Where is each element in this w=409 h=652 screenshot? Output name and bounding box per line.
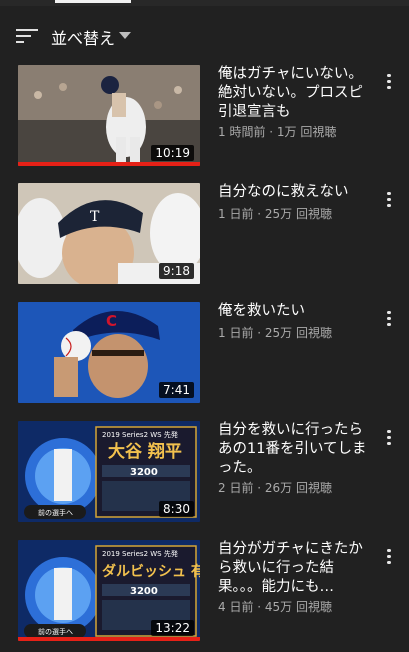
video-item[interactable]: 2019 Series2 WS 先発 大谷 翔平 3200 前の選手へ 8:30… [0,421,409,533]
video-item[interactable]: C 7:41 俺を救いたい 1 日前 · 25万 回視聴 [0,302,409,414]
duration-badge: 9:18 [159,263,194,279]
duration-badge: 10:19 [151,145,194,161]
sort-label[interactable]: 並べ替え [51,25,115,49]
video-meta: 1 時間前 · 1万 回視聴 [218,125,337,139]
tab-indicator [55,0,131,3]
sort-icon[interactable] [16,28,38,44]
video-title[interactable]: 俺はガチャにいない。絶対いない。プロスピ引退宣言も [218,65,368,122]
card-power: 3200 [130,467,158,478]
duration-badge: 7:41 [159,382,194,398]
video-thumbnail[interactable]: 10:19 [18,65,200,166]
video-meta: 1 日前 · 25万 回視聴 [218,326,332,340]
video-title[interactable]: 自分なのに救えない [218,183,368,202]
card-series: 2019 Series2 WS 先発 [102,430,178,439]
card-player-name: 大谷 翔平 [108,441,182,462]
video-meta: 4 日前 · 45万 回視聴 [218,600,332,614]
more-options-icon[interactable] [381,71,397,93]
video-title[interactable]: 自分がガチャにきたから救いに行った結果。。。能力にも… [218,540,368,597]
watched-progress-bar [18,637,200,641]
video-thumbnail[interactable]: C 7:41 [18,302,200,403]
card-nav-label: 前の選手へ [38,508,73,517]
card-nav-label: 前の選手へ [38,627,73,636]
video-item[interactable]: 2019 Series2 WS 先発 ダルビッシュ 有 3200 前の選手へ 1… [0,540,409,652]
svg-text:C: C [106,312,117,330]
card-player-name: ダルビッシュ 有 [102,563,200,580]
video-thumbnail[interactable]: 2019 Series2 WS 先発 大谷 翔平 3200 前の選手へ 8:30 [18,421,200,522]
video-item[interactable]: T 9:18 自分なのに救えない 1 日前 · 25万 回視聴 [0,183,409,295]
video-thumbnail[interactable]: T 9:18 [18,183,200,284]
sort-bar[interactable]: 並べ替え [0,6,409,58]
duration-badge: 8:30 [159,501,194,517]
svg-text:T: T [90,209,100,225]
card-power: 3200 [130,586,158,597]
video-title[interactable]: 自分を救いに行ったらあの11番を引いてしまった。 [218,421,368,478]
video-title[interactable]: 俺を救いたい [218,302,368,321]
watched-progress-bar [18,162,200,166]
more-options-icon[interactable] [381,546,397,568]
more-options-icon[interactable] [381,308,397,330]
video-item[interactable]: 10:19 俺はガチャにいない。絶対いない。プロスピ引退宣言も 1 時間前 · … [0,65,409,177]
video-meta: 1 日前 · 25万 回視聴 [218,207,332,221]
video-thumbnail[interactable]: 2019 Series2 WS 先発 ダルビッシュ 有 3200 前の選手へ 1… [18,540,200,641]
more-options-icon[interactable] [381,427,397,449]
video-meta: 2 日前 · 26万 回視聴 [218,481,332,495]
chevron-down-icon[interactable] [119,32,131,39]
more-options-icon[interactable] [381,189,397,211]
duration-badge: 13:22 [151,620,194,636]
card-series: 2019 Series2 WS 先発 [102,549,178,558]
